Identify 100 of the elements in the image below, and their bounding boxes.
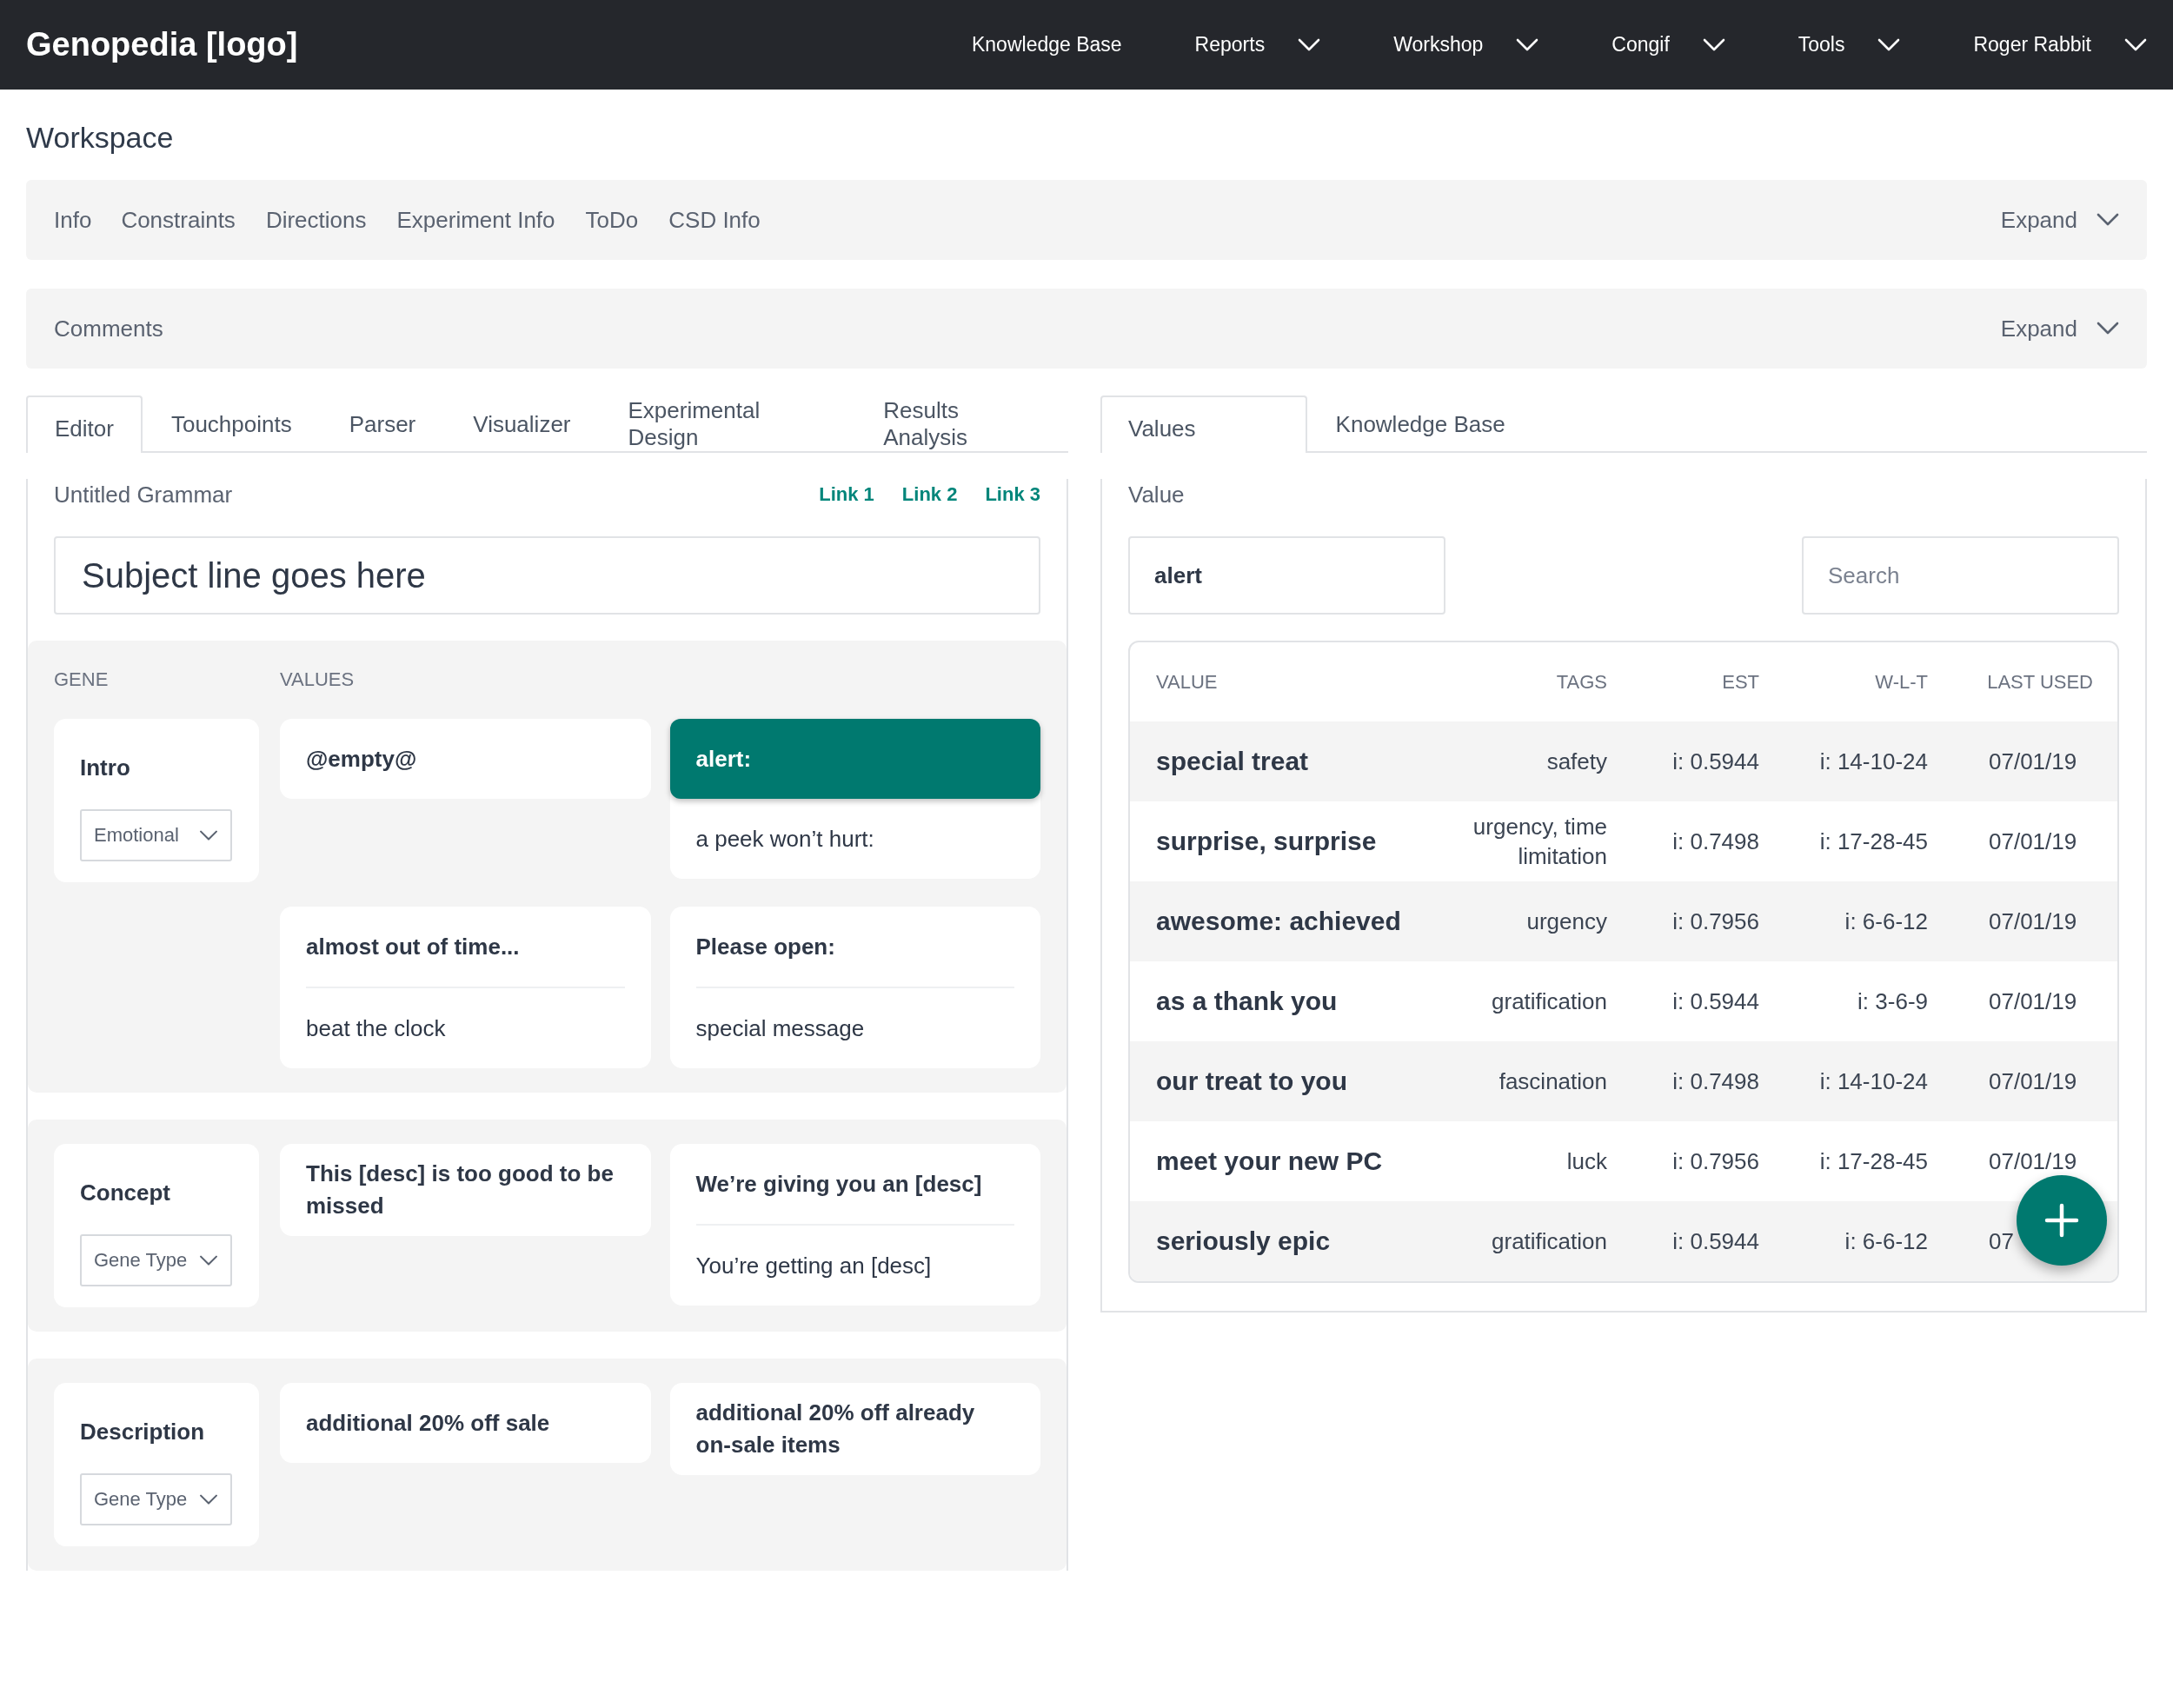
value-option[interactable]: special message bbox=[669, 988, 1040, 1068]
panel-tab[interactable]: Knowledge Base bbox=[1306, 395, 1534, 451]
table-row[interactable]: seriously epic gratification i: 0.5944 i: 6-6-12 07 bbox=[1130, 1201, 2117, 1281]
chevron-down-icon bbox=[2097, 213, 2119, 227]
chevron-down-icon bbox=[199, 1493, 218, 1505]
value-option[interactable]: This [desc] is too good to be missed bbox=[280, 1144, 651, 1236]
value-option[interactable]: You’re getting an [desc] bbox=[669, 1226, 1040, 1306]
table-cell-text: i: 0.7498 bbox=[1671, 1067, 1759, 1096]
value-option[interactable]: Please open: bbox=[669, 907, 1040, 987]
table-cell-text: surprise, surprise bbox=[1156, 827, 1378, 856]
editor-tab[interactable]: Experimental Design bbox=[599, 395, 855, 451]
table-row[interactable]: meet your new PC luck i: 0.7956 i: 17-28-45 07/01/19 bbox=[1130, 1121, 2117, 1201]
link[interactable]: Link 2 bbox=[901, 483, 958, 506]
table-cell-text: as a thank you bbox=[1156, 987, 1339, 1016]
table-cell-text: safety bbox=[1545, 748, 1607, 776]
link[interactable]: Link 1 bbox=[819, 483, 874, 506]
column-header: VALUE bbox=[1156, 670, 1219, 694]
nav-menu-button[interactable]: Workshop bbox=[1393, 33, 1539, 56]
table-cell-text: i: 14-10-24 bbox=[1818, 748, 1928, 776]
section-tab[interactable]: CSD Info bbox=[668, 206, 761, 234]
table-cell-text: gratification bbox=[1491, 987, 1607, 1016]
gene-type-dropdown[interactable]: Emotional bbox=[80, 809, 232, 861]
expand-button[interactable]: Expand bbox=[2000, 206, 2119, 234]
column-header: LAST USED bbox=[1986, 670, 2093, 694]
value-option[interactable]: additional 20% off sale bbox=[280, 1383, 651, 1463]
chevron-down-icon bbox=[2124, 37, 2147, 52]
expand-button[interactable]: Expand bbox=[2000, 315, 2119, 342]
nav-menu-button[interactable]: Tools bbox=[1798, 33, 1901, 56]
chevron-down-icon bbox=[1298, 37, 1321, 52]
nav-menu-button[interactable]: Roger Rabbit bbox=[1973, 33, 2147, 56]
table-cell-text: luck bbox=[1565, 1147, 1607, 1176]
section-tab[interactable]: Directions bbox=[265, 206, 367, 234]
table-cell-text: urgency bbox=[1525, 907, 1607, 936]
subject-field[interactable]: Subject line goes here bbox=[54, 536, 1040, 615]
table-cell-text: our treat to you bbox=[1156, 1067, 1348, 1096]
gene-name: Description bbox=[80, 1418, 206, 1446]
value-option[interactable]: @empty@ bbox=[280, 719, 651, 799]
nav-menu-button[interactable]: Congif bbox=[1611, 33, 1725, 56]
value-field[interactable]: alert bbox=[1128, 536, 1445, 615]
table-cell-text: i: 17-28-45 bbox=[1818, 1147, 1928, 1176]
field-label: Value bbox=[1128, 481, 1186, 509]
table-cell-text: i: 0.5944 bbox=[1671, 748, 1759, 776]
table-cell-text: seriously epic bbox=[1156, 1226, 1332, 1256]
table-cell-text: 07/01/19 bbox=[1988, 987, 2078, 1016]
nav-link[interactable]: Knowledge Base bbox=[972, 33, 1122, 56]
editor-tab[interactable]: Results Analysis bbox=[854, 395, 1068, 451]
value-option[interactable]: beat the clock bbox=[280, 988, 651, 1068]
editor-tab[interactable]: Editor bbox=[26, 395, 143, 453]
search-field[interactable]: Search bbox=[1802, 536, 2119, 615]
table-cell-text: urgency, time limitation bbox=[1472, 813, 1607, 871]
column-header: GENE bbox=[54, 668, 110, 691]
table-cell-text: i: 0.7956 bbox=[1671, 907, 1759, 936]
value-option[interactable]: alert: bbox=[669, 719, 1040, 799]
table-row[interactable]: as a thank you gratification i: 0.5944 i: 3-6-9 07/01/19 bbox=[1130, 961, 2117, 1041]
chevron-down-icon bbox=[1516, 37, 1539, 52]
app-logo[interactable]: Genopedia [logo] bbox=[26, 26, 972, 63]
section-tab[interactable]: Experiment Info bbox=[396, 206, 555, 234]
table-cell-text: 07 bbox=[1988, 1227, 2015, 1256]
table-cell-text: i: 6-6-12 bbox=[1844, 1227, 1928, 1256]
column-header: EST bbox=[1721, 670, 1759, 694]
editor-tab[interactable]: Touchpoints bbox=[142, 395, 321, 451]
link[interactable]: Link 3 bbox=[985, 483, 1040, 506]
nav-menu-button[interactable]: Reports bbox=[1194, 33, 1321, 56]
table-row[interactable]: surprise, surprise urgency, time limitation i: 0.7498 i: 17-28-45 07/01/19 bbox=[1130, 801, 2117, 881]
column-header: VALUES bbox=[280, 668, 356, 691]
value-option[interactable]: almost out of time... bbox=[280, 907, 651, 987]
panel-tab[interactable]: Values bbox=[1100, 395, 1307, 453]
table-cell-text: i: 0.5944 bbox=[1671, 1227, 1759, 1256]
section-tab[interactable]: Info bbox=[54, 206, 92, 234]
section-tab[interactable]: Constraints bbox=[121, 206, 236, 234]
table-row[interactable]: awesome: achieved urgency i: 0.7956 i: 6-6-12 07/01/19 bbox=[1130, 881, 2117, 961]
section-title: Comments bbox=[54, 315, 164, 342]
chevron-down-icon bbox=[2097, 322, 2119, 336]
chevron-down-icon bbox=[199, 1254, 218, 1266]
section-tab[interactable]: ToDo bbox=[585, 206, 639, 234]
table-cell-text: i: 6-6-12 bbox=[1844, 907, 1928, 936]
gene-type-dropdown[interactable]: Gene Type bbox=[80, 1234, 232, 1286]
table-cell-text: awesome: achieved bbox=[1156, 907, 1402, 936]
table-row[interactable]: our treat to you fascination i: 0.7498 i: 14-10-24 07/01/19 bbox=[1130, 1041, 2117, 1121]
table-cell-text: gratification bbox=[1491, 1227, 1607, 1256]
editor-tab[interactable]: Parser bbox=[320, 395, 445, 451]
table-cell-text: i: 14-10-24 bbox=[1818, 1067, 1928, 1096]
value-option[interactable]: additional 20% off already on-sale items bbox=[669, 1383, 1040, 1475]
table-cell-text: special treat bbox=[1156, 747, 1310, 776]
chevron-down-icon bbox=[1877, 37, 1901, 52]
value-option[interactable]: a peek won’t hurt: bbox=[669, 799, 1040, 879]
chevron-down-icon bbox=[1702, 37, 1725, 52]
table-cell-text: 07/01/19 bbox=[1988, 1147, 2078, 1176]
value-option[interactable]: We’re giving you an [desc] bbox=[669, 1144, 1040, 1224]
add-button[interactable] bbox=[2017, 1175, 2107, 1266]
table-row[interactable]: special treat safety i: 0.5944 i: 14-10-24 07/01/19 bbox=[1130, 721, 2117, 801]
table-cell-text: meet your new PC bbox=[1156, 1146, 1384, 1176]
editor-tab[interactable]: Visualizer bbox=[444, 395, 600, 451]
column-header: TAGS bbox=[1555, 670, 1607, 694]
table-cell-text: i: 0.7498 bbox=[1671, 827, 1759, 856]
chevron-down-icon bbox=[199, 829, 218, 841]
table-cell-text: 07/01/19 bbox=[1988, 827, 2078, 856]
table-cell-text: 07/01/19 bbox=[1988, 907, 2078, 936]
grammar-title: Untitled Grammar bbox=[54, 481, 234, 508]
gene-type-dropdown[interactable]: Gene Type bbox=[80, 1473, 232, 1525]
